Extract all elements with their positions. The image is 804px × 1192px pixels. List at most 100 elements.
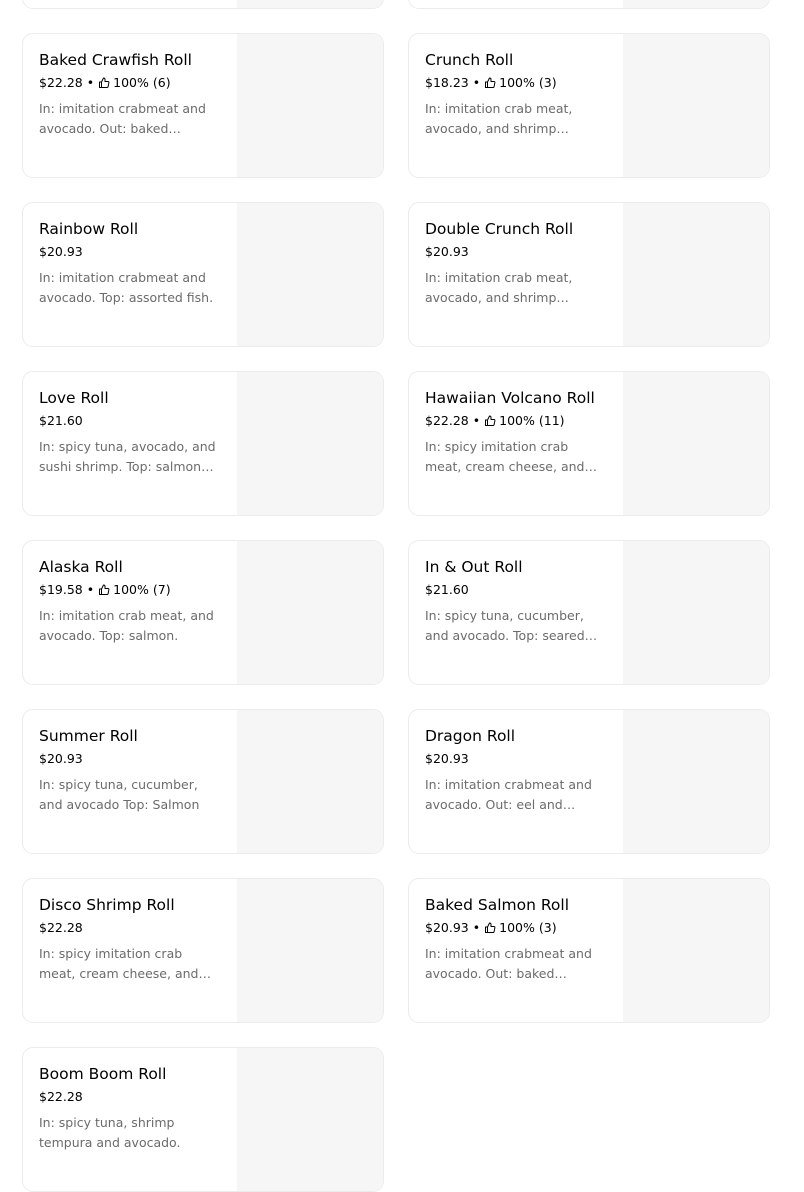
menu-item-name: Summer Roll — [39, 727, 138, 745]
menu-item-description: In: spicy tuna, cucumber, and avocado To… — [39, 777, 200, 812]
menu-item-image[interactable] — [623, 372, 769, 515]
menu-item-info: Dragon Roll $20.93 • In: imitation crabm… — [425, 726, 605, 815]
menu-item-price: $19.58 — [39, 582, 83, 597]
rating-percent: 100% — [499, 413, 535, 428]
menu-item-card[interactable]: Boom Boom Roll $22.28 • In: spicy tuna, … — [22, 1047, 384, 1192]
menu-item-image[interactable] — [237, 203, 383, 346]
thumbs-up-icon — [485, 922, 496, 933]
menu-item-meta: $20.93 • — [39, 244, 219, 260]
menu-item-meta: $20.93 • — [425, 244, 605, 260]
menu-item-name: Disco Shrimp Roll — [39, 896, 175, 914]
menu-item-card[interactable]: Summer Roll $20.93 • In: spicy tuna, cuc… — [22, 709, 384, 854]
menu-item-info: Hawaiian Volcano Roll $22.28 • 100% (11)… — [425, 388, 605, 477]
menu-item-image[interactable] — [623, 710, 769, 853]
menu-item-description: In: spicy imitation crab meat, cream che… — [39, 946, 199, 981]
menu-item-image[interactable] — [237, 879, 383, 1022]
menu-item-name: Love Roll — [39, 389, 109, 407]
menu-item-info: Love Roll $21.60 • In: spicy tuna, avoca… — [39, 388, 219, 477]
menu-item-name: Alaska Roll — [39, 558, 123, 576]
rating: • 100% (6) — [83, 75, 171, 91]
menu-item-price: $20.93 — [39, 244, 83, 259]
thumbs-up-icon — [485, 77, 496, 88]
menu-item-image[interactable] — [237, 34, 383, 177]
menu-item-info: Summer Roll $20.93 • In: spicy tuna, cuc… — [39, 726, 219, 815]
thumbs-up-icon — [99, 584, 110, 595]
menu-item-image[interactable] — [237, 0, 383, 8]
menu-item-description: In: spicy tuna, avocado, and sushi shrim… — [39, 439, 216, 474]
menu-item-image[interactable] — [237, 710, 383, 853]
menu-item-image[interactable] — [237, 372, 383, 515]
menu-item-card[interactable]: Alaska Roll $19.58 • 100% (7) In: imitat… — [22, 540, 384, 685]
menu-item-name: In & Out Roll — [425, 558, 523, 576]
menu-item-meta: $20.93 • — [39, 751, 219, 767]
menu-item-price: $22.28 — [39, 920, 83, 935]
menu-item-name: Baked Crawfish Roll — [39, 51, 192, 69]
menu-item-name: Dragon Roll — [425, 727, 516, 745]
menu-item-price: $20.93 — [425, 244, 469, 259]
menu-item-meta: $22.28 • 100% (6) — [39, 75, 219, 91]
menu-item-meta: $20.93 • 100% (3) — [425, 920, 605, 936]
menu-item-card[interactable]: In & Out Roll $21.60 • In: spicy tuna, c… — [408, 540, 770, 685]
menu-item-image[interactable] — [237, 1048, 383, 1191]
menu-item-card[interactable]: Baked Crawfish Roll $22.28 • 100% (6) In… — [22, 33, 384, 178]
menu-item-info: Boom Boom Roll $22.28 • In: spicy tuna, … — [39, 1064, 219, 1153]
separator-dot: • — [472, 413, 481, 428]
menu-item-card[interactable]: Hawaiian Volcano Roll $22.28 • 100% (11)… — [408, 371, 770, 516]
menu-item-info: Baked Salmon Roll $20.93 • 100% (3) In: … — [425, 895, 605, 984]
menu-item-description: In: imitation crab meat, and avocado. To… — [39, 608, 214, 643]
menu-item-image[interactable] — [623, 34, 769, 177]
menu-item-card[interactable]: Crunch Roll $18.23 • 100% (3) In: imitat… — [408, 33, 770, 178]
menu-item-description: In: imitation crabmeat and avocado. Out:… — [39, 101, 206, 136]
menu-item-image[interactable] — [623, 541, 769, 684]
rating-count: (6) — [152, 75, 171, 90]
menu-item-image[interactable] — [623, 0, 769, 8]
menu-item-price: $20.93 — [425, 751, 469, 766]
rating-percent: 100% — [113, 75, 149, 90]
menu-item-card[interactable]: • — [408, 0, 770, 9]
menu-item-meta: $21.60 • — [39, 413, 219, 429]
menu-item-meta: $22.28 • — [39, 920, 219, 936]
menu-item-card[interactable]: Dragon Roll $20.93 • In: imitation crabm… — [408, 709, 770, 854]
menu-item-info: Baked Crawfish Roll $22.28 • 100% (6) In… — [39, 50, 219, 139]
menu-item-meta: $22.28 • — [39, 1089, 219, 1105]
rating-count: (11) — [538, 413, 565, 428]
rating-count: (3) — [538, 75, 557, 90]
menu-item-description: In: spicy imitation crab meat, cream che… — [425, 439, 585, 474]
menu-item-grid: • • — [22, 0, 772, 1192]
rating-count: (3) — [538, 920, 557, 935]
menu-item-card[interactable]: • — [22, 0, 384, 9]
menu-item-card[interactable]: Baked Salmon Roll $20.93 • 100% (3) In: … — [408, 878, 770, 1023]
rating-percent: 100% — [499, 75, 535, 90]
menu-item-name: Hawaiian Volcano Roll — [425, 389, 595, 407]
menu-item-description: In: imitation crab meat, avocado, and sh… — [425, 270, 573, 305]
menu-item-card[interactable]: Disco Shrimp Roll $22.28 • In: spicy imi… — [22, 878, 384, 1023]
menu-item-name: Baked Salmon Roll — [425, 896, 570, 914]
thumbs-up-icon — [99, 77, 110, 88]
menu-item-image[interactable] — [623, 879, 769, 1022]
menu-item-info: Rainbow Roll $20.93 • In: imitation crab… — [39, 219, 219, 308]
rating: • 100% (7) — [83, 582, 171, 598]
menu-item-name: Rainbow Roll — [39, 220, 139, 238]
menu-item-description: In: imitation crabmeat and avocado. Out:… — [425, 946, 592, 981]
menu-item-info: In & Out Roll $21.60 • In: spicy tuna, c… — [425, 557, 605, 646]
menu-item-price: $18.23 — [425, 75, 469, 90]
menu-item-card[interactable]: Love Roll $21.60 • In: spicy tuna, avoca… — [22, 371, 384, 516]
rating-count: (7) — [152, 582, 171, 597]
menu-item-price: $22.28 — [425, 413, 469, 428]
menu-item-description: In: spicy tuna, shrimp tempura and avoca… — [39, 1115, 181, 1150]
menu-item-card[interactable]: Rainbow Roll $20.93 • In: imitation crab… — [22, 202, 384, 347]
menu-item-price: $22.28 — [39, 1089, 83, 1104]
thumbs-up-icon — [485, 415, 496, 426]
menu-item-image[interactable] — [237, 541, 383, 684]
menu-item-name: Double Crunch Roll — [425, 220, 574, 238]
menu-item-info: Alaska Roll $19.58 • 100% (7) In: imitat… — [39, 557, 219, 646]
menu-item-card[interactable]: Double Crunch Roll $20.93 • In: imitatio… — [408, 202, 770, 347]
rating: • 100% (3) — [469, 920, 557, 936]
separator-dot: • — [472, 920, 481, 935]
rating: • 100% (11) — [469, 413, 565, 429]
menu-item-image[interactable] — [623, 203, 769, 346]
rating: • 100% (3) — [469, 75, 557, 91]
menu-item-description: In: imitation crab meat, avocado, and sh… — [425, 101, 573, 136]
rating-percent: 100% — [113, 582, 149, 597]
menu-item-meta: $19.58 • 100% (7) — [39, 582, 219, 598]
